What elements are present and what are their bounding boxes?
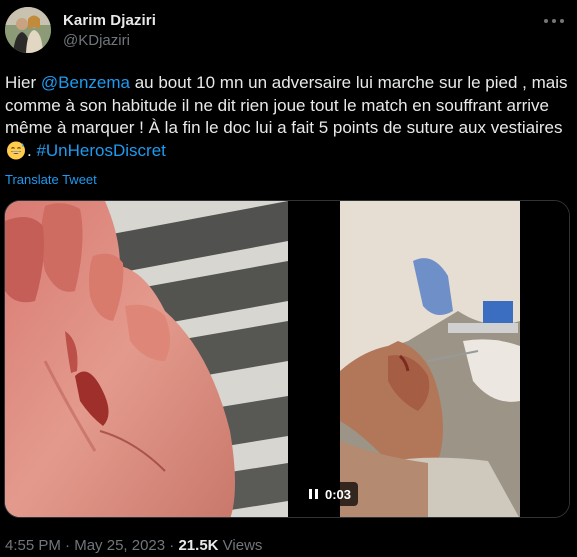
tweet-text-part: Hier	[5, 73, 41, 92]
media-container: 0:03	[4, 200, 570, 518]
avatar[interactable]	[5, 7, 51, 53]
author-handle[interactable]: @KDjaziri	[63, 32, 130, 49]
views-count[interactable]: 21.5K	[178, 537, 218, 554]
injured-foot-photo[interactable]	[5, 201, 288, 517]
tweet-metadata: 4:55 PM · May 25, 2023 · 21.5K Views	[5, 537, 262, 554]
hashtag-link[interactable]: #UnHerosDiscret	[36, 141, 165, 160]
more-dot-icon	[552, 19, 556, 23]
tweet-date[interactable]: May 25, 2023	[74, 537, 165, 554]
meta-separator: ·	[169, 537, 175, 554]
video-time: 0:03	[325, 486, 352, 502]
tweet-card: Karim Djaziri @KDjaziri Hier @Benzema au…	[0, 0, 577, 557]
more-options-button[interactable]	[544, 14, 564, 28]
more-dot-icon	[544, 19, 548, 23]
mention-link[interactable]: @Benzema	[41, 73, 130, 92]
video-player[interactable]	[288, 201, 569, 517]
grinning-face-with-sweat-icon	[7, 141, 25, 159]
tweet-time[interactable]: 4:55 PM	[5, 537, 61, 554]
pause-icon[interactable]	[309, 489, 318, 499]
author-display-name[interactable]: Karim Djaziri	[63, 12, 156, 29]
meta-separator: ·	[65, 537, 71, 554]
tweet-text: Hier @Benzema au bout 10 mn un adversair…	[5, 72, 571, 162]
video-playback-badge[interactable]: 0:03	[302, 482, 359, 506]
translate-tweet-link[interactable]: Translate Tweet	[5, 172, 97, 187]
views-label: Views	[222, 537, 263, 554]
more-dot-icon	[560, 19, 564, 23]
